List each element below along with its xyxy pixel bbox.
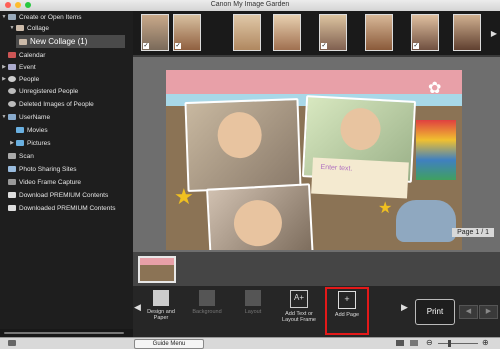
design-and-paper-button[interactable]: Design and Paper [141, 288, 181, 332]
baby-face [339, 107, 382, 152]
add-text-or-layout-frame-button[interactable]: A+ Add Text or Layout Frame [279, 288, 319, 332]
background-button[interactable]: Background [187, 288, 227, 332]
image-thumbnail[interactable] [233, 14, 261, 51]
event-icon [8, 64, 16, 70]
chevron-right-icon[interactable]: ▶ [401, 302, 408, 313]
add-page-icon: + [338, 291, 356, 309]
sidebar-item-collage[interactable]: ▼ Collage [8, 23, 133, 33]
info-icon[interactable] [8, 340, 16, 346]
image-thumbnail[interactable]: ✓ [141, 14, 169, 51]
image-thumbnail[interactable]: ✓ [173, 14, 201, 51]
collage-preview: Enter text. ★ ★ ✿ Page 1 / 1 [133, 57, 500, 252]
checkbox-icon[interactable]: ✓ [321, 43, 327, 49]
sidebar-item-download-premium[interactable]: Download PREMIUM Contents [8, 190, 133, 200]
expand-arrow-icon[interactable]: ▼ [8, 25, 16, 31]
colorful-flag [416, 120, 456, 180]
star-icon: ★ [174, 184, 194, 209]
collage-photo[interactable] [184, 98, 302, 192]
zoom-in-icon[interactable]: ⊕ [482, 338, 489, 347]
chevron-left-icon[interactable]: ◀ [134, 302, 141, 313]
sidebar-item-scan[interactable]: Scan [8, 151, 133, 161]
add-text-icon: A+ [290, 290, 308, 308]
page-thumbnail-strip [133, 252, 500, 286]
page-navigation: ◀ ▶ [459, 305, 498, 319]
design-paper-icon [153, 290, 169, 306]
text-frame-placeholder: Enter text. [320, 163, 353, 173]
expand-arrow-icon[interactable]: ▼ [0, 14, 8, 20]
sidebar-item-people[interactable]: ▶ People [0, 74, 133, 84]
collage-item-icon [19, 38, 27, 45]
image-thumbnail[interactable] [273, 14, 301, 51]
downloaded-icon [8, 205, 16, 211]
collage-icon [16, 25, 24, 31]
collage-photo[interactable] [206, 183, 314, 250]
elephant-icon [396, 200, 456, 242]
bottom-toolbar: ◀ Design and Paper Background Layout A+ … [133, 286, 500, 337]
pink-banner [166, 70, 462, 94]
zoom-slider[interactable] [438, 340, 478, 347]
calendar-icon [8, 52, 16, 58]
view-icon[interactable] [410, 340, 418, 346]
baby-face [232, 198, 284, 248]
page-indicator: Page 1 / 1 [452, 228, 494, 237]
sidebar-item-pictures[interactable]: ▶ Pictures [8, 138, 133, 148]
download-icon [8, 192, 16, 198]
sidebar-item-downloaded-premium[interactable]: Downloaded PREMIUM Contents [8, 203, 133, 213]
add-page-button[interactable]: + Add Page [325, 287, 369, 335]
checkbox-icon[interactable]: ✓ [175, 43, 181, 49]
text-frame[interactable]: Enter text. [311, 157, 409, 199]
view-icon[interactable] [396, 340, 404, 346]
sidebar-item-movies[interactable]: Movies [16, 125, 133, 135]
status-bar: Guide Menu ⊖ ⊕ [0, 337, 500, 349]
folder-icon [16, 140, 24, 146]
previous-page-button[interactable]: ◀ [459, 305, 478, 319]
expand-arrow-icon[interactable]: ▶ [0, 64, 8, 70]
create-icon [8, 14, 16, 20]
sidebar: ▼ Create or Open Items ▼ Collage New Col… [0, 11, 133, 337]
sidebar-item-unregistered-people[interactable]: Unregistered People [8, 86, 133, 96]
video-capture-icon [8, 179, 16, 185]
scan-icon [8, 153, 16, 159]
window-title: Canon My Image Garden [210, 1, 290, 8]
deleted-people-icon [8, 101, 16, 107]
background-icon [199, 290, 215, 306]
checkbox-icon[interactable]: ✓ [143, 43, 149, 49]
expand-arrow-icon[interactable]: ▶ [0, 76, 8, 82]
star-icon: ★ [378, 200, 393, 217]
sidebar-item-calendar[interactable]: Calendar [8, 50, 133, 60]
chevron-right-icon[interactable]: ▶ [491, 29, 497, 38]
print-button[interactable]: Print [415, 299, 455, 325]
flower-icon: ✿ [428, 80, 442, 97]
people-icon [8, 76, 16, 82]
sidebar-item-video-frame-capture[interactable]: Video Frame Capture [8, 177, 133, 187]
sidebar-item-create-or-open[interactable]: ▼ Create or Open Items [0, 12, 133, 22]
image-thumbnail[interactable]: ✓ [319, 14, 347, 51]
sidebar-scrollbar[interactable] [0, 329, 133, 337]
layout-button[interactable]: Layout [233, 288, 273, 332]
photo-sharing-icon [8, 166, 16, 172]
image-thumbnail[interactable] [365, 14, 393, 51]
main-area: ✓ ✓ ✓ ✓ ▶ Enter text. ★ ★ ✿ Page 1 / 1 ◀… [133, 11, 500, 337]
expand-arrow-icon[interactable]: ▼ [0, 114, 8, 120]
page-thumbnail[interactable] [138, 256, 176, 283]
layout-icon [245, 290, 261, 306]
sidebar-item-event[interactable]: ▶ Event [0, 62, 133, 72]
next-page-button[interactable]: ▶ [479, 305, 498, 319]
sidebar-item-deleted-people[interactable]: Deleted Images of People [8, 99, 133, 109]
zoom-slider-thumb[interactable] [448, 340, 451, 347]
image-thumbnail[interactable] [453, 14, 481, 51]
image-thumbnail-strip: ✓ ✓ ✓ ✓ ▶ [133, 11, 500, 55]
sidebar-item-new-collage[interactable]: New Collage (1) [16, 35, 125, 48]
image-thumbnail[interactable]: ✓ [411, 14, 439, 51]
zoom-out-icon[interactable]: ⊖ [426, 338, 433, 347]
collage-canvas[interactable]: Enter text. ★ ★ ✿ [166, 70, 462, 250]
expand-arrow-icon[interactable]: ▶ [8, 140, 16, 146]
sidebar-item-username[interactable]: ▼ UserName [0, 112, 133, 122]
computer-icon [8, 114, 16, 120]
baby-face [216, 111, 263, 159]
checkbox-icon[interactable]: ✓ [413, 43, 419, 49]
unregistered-people-icon [8, 88, 16, 94]
folder-icon [16, 127, 24, 133]
sidebar-item-photo-sharing[interactable]: Photo Sharing Sites [8, 164, 133, 174]
